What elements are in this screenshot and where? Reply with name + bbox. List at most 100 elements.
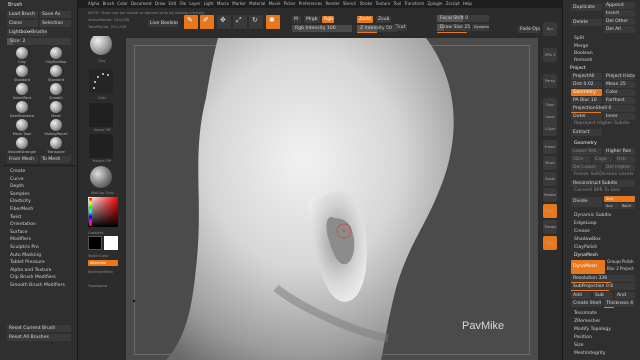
topological-label[interactable]: Topological: [88, 283, 107, 289]
brush-thumb-claybuildup[interactable]: [50, 47, 62, 59]
subpalette-depth[interactable]: Depth: [4, 183, 76, 190]
thickness-slider[interactable]: Thickness 4: [604, 300, 635, 307]
move-button[interactable]: ✥: [217, 15, 231, 29]
geometry-claypolish[interactable]: ClayPolish: [571, 244, 637, 251]
and-button[interactable]: And: [615, 292, 635, 299]
menu-picker[interactable]: Picker: [284, 1, 296, 7]
menu-marker[interactable]: Marker: [232, 1, 246, 7]
subpalette-modifiers[interactable]: Modifiers: [4, 236, 76, 243]
higher-res-button[interactable]: Higher Res: [604, 148, 635, 155]
brush-thumb-standard[interactable]: [50, 65, 62, 77]
groups-toggle[interactable]: Groups: [607, 259, 621, 265]
brush-thumb-smoothstronger[interactable]: [16, 137, 28, 149]
sdiv-slider[interactable]: SDiv: [571, 156, 591, 163]
subpalette-alpha-and-texture[interactable]: Alpha and Texture: [4, 267, 76, 274]
menu-document[interactable]: Document: [131, 1, 152, 7]
menu-texture[interactable]: Texture: [376, 1, 391, 7]
alternate-button[interactable]: Alternate: [88, 260, 118, 266]
inner-button[interactable]: Inner: [604, 113, 635, 120]
menu-file[interactable]: File: [179, 1, 186, 7]
gizmo-button[interactable]: ✱: [266, 15, 280, 29]
smt-toggle[interactable]: Smt: [604, 196, 635, 202]
menu-transform[interactable]: Transform: [404, 1, 424, 7]
clone-button[interactable]: Clone: [7, 20, 38, 27]
draw-button[interactable]: ✐: [200, 15, 214, 29]
brush-thumb-historyrecall[interactable]: [50, 119, 62, 131]
farthest-button[interactable]: Farthest: [604, 97, 635, 104]
dynamesh-header[interactable]: DynaMesh: [574, 253, 598, 259]
menu-preferences[interactable]: Preferences: [299, 1, 323, 7]
remesh-item[interactable]: Remesh: [574, 58, 592, 64]
del-all-button[interactable]: Del All: [604, 26, 635, 33]
material-thumbnail[interactable]: [90, 166, 112, 188]
subpalette-fibermesh[interactable]: FiberMesh: [4, 206, 76, 213]
menu-alpha[interactable]: Alpha: [88, 1, 99, 7]
dynamic-button[interactable]: Dynamic: [472, 24, 489, 31]
subpalette-tessimate[interactable]: Tessimate: [571, 310, 637, 317]
switch-color-label[interactable]: SwitchColor: [88, 253, 109, 259]
insert-button[interactable]: Insert: [604, 10, 635, 17]
color-picker[interactable]: [88, 197, 118, 227]
extract-button[interactable]: Extract: [571, 129, 602, 136]
project-header[interactable]: Project: [570, 66, 586, 72]
subpalette-zremesher[interactable]: ZRemesher: [571, 318, 637, 325]
projection-shell-slider[interactable]: ProjectionShell 0: [571, 105, 635, 112]
menu-render[interactable]: Render: [325, 1, 339, 7]
del-lower-button[interactable]: Del Lower: [571, 164, 602, 171]
rgb-button[interactable]: Rgb: [322, 16, 334, 23]
resolution-slider[interactable]: Resolution 336: [571, 275, 635, 282]
m-button[interactable]: M: [292, 16, 301, 23]
subpalette-create[interactable]: Create: [4, 168, 76, 175]
lightbox-brushes-button[interactable]: Lightbox▸Brushes: [7, 29, 47, 36]
subpalette-position[interactable]: Position: [571, 334, 637, 341]
menu-zscript[interactable]: Zscript: [446, 1, 460, 7]
edit-button[interactable]: ✎: [184, 15, 198, 29]
cage-button[interactable]: Cage: [593, 156, 613, 163]
menu-light[interactable]: Light: [204, 1, 214, 7]
brush-thumb-selectrect[interactable]: [16, 83, 28, 95]
subpalette-clip-brush-modifiers[interactable]: Clip Brush Modifiers: [4, 274, 76, 281]
reset-all-brushes-button[interactable]: Reset All Brushes: [7, 334, 71, 341]
texture-thumbnail[interactable]: [89, 134, 113, 158]
boolean-item[interactable]: Boolean: [574, 51, 593, 57]
subpalette-surface[interactable]: Surface: [4, 229, 76, 236]
current-brush-thumbnail[interactable]: [90, 33, 112, 55]
subpalette-size[interactable]: Size: [571, 342, 637, 349]
project-all-button[interactable]: ProjectAll: [571, 73, 602, 80]
reset-current-brush-button[interactable]: Reset Current Brush: [7, 325, 71, 332]
append-button[interactable]: Append: [604, 2, 635, 9]
geometry-dynamic-subdiv[interactable]: Dynamic Subdiv: [571, 212, 637, 219]
menu-edit[interactable]: Edit: [169, 1, 177, 7]
brush-thumb-standard[interactable]: [16, 65, 28, 77]
secondary-color-swatch[interactable]: [104, 236, 118, 250]
dynamesh-button[interactable]: DynaMesh: [571, 260, 605, 274]
subpalette-auto-masking[interactable]: Auto Masking: [4, 252, 76, 259]
add-button[interactable]: Add: [571, 292, 591, 299]
subpalette-elasticity[interactable]: Elasticity: [4, 198, 76, 205]
menu-stroke[interactable]: Stroke: [360, 1, 373, 7]
save-as-button[interactable]: Save As: [40, 11, 71, 18]
polish-toggle[interactable]: Polish: [622, 259, 634, 265]
blur-slider[interactable]: Blur 2: [607, 266, 619, 272]
subpalette-sculptris-pro[interactable]: Sculptris Pro: [4, 244, 76, 251]
load-brush-button[interactable]: Load Brush: [7, 11, 38, 18]
menu-color[interactable]: Color: [117, 1, 127, 7]
hue-strip[interactable]: [89, 198, 92, 226]
mrgb-button[interactable]: Mrgb: [304, 16, 320, 23]
main-color-swatch[interactable]: [88, 236, 102, 250]
outer-button[interactable]: Outer: [571, 113, 602, 120]
menu-zplugin[interactable]: Zplugin: [427, 1, 442, 7]
scale-button[interactable]: ⤢: [233, 15, 247, 29]
geometry-crease[interactable]: Crease: [571, 228, 637, 235]
alpha-thumbnail[interactable]: [89, 103, 113, 127]
rotate-button[interactable]: ↻: [249, 15, 263, 29]
rstr-button[interactable]: Rstr: [615, 156, 635, 163]
menu-layer[interactable]: Layer: [189, 1, 200, 7]
brush-thumb-movetopo[interactable]: [16, 119, 28, 131]
geometry-header[interactable]: Geometry: [574, 141, 597, 147]
menu-material[interactable]: Material: [249, 1, 265, 7]
subprojection-slider[interactable]: SubProjection 0.6: [571, 283, 635, 290]
menu-help[interactable]: Help: [463, 1, 472, 7]
subpalette-smooth-brush-modifiers[interactable]: Smooth Brush Modifiers: [4, 282, 76, 289]
sub-button[interactable]: Sub: [593, 292, 613, 299]
